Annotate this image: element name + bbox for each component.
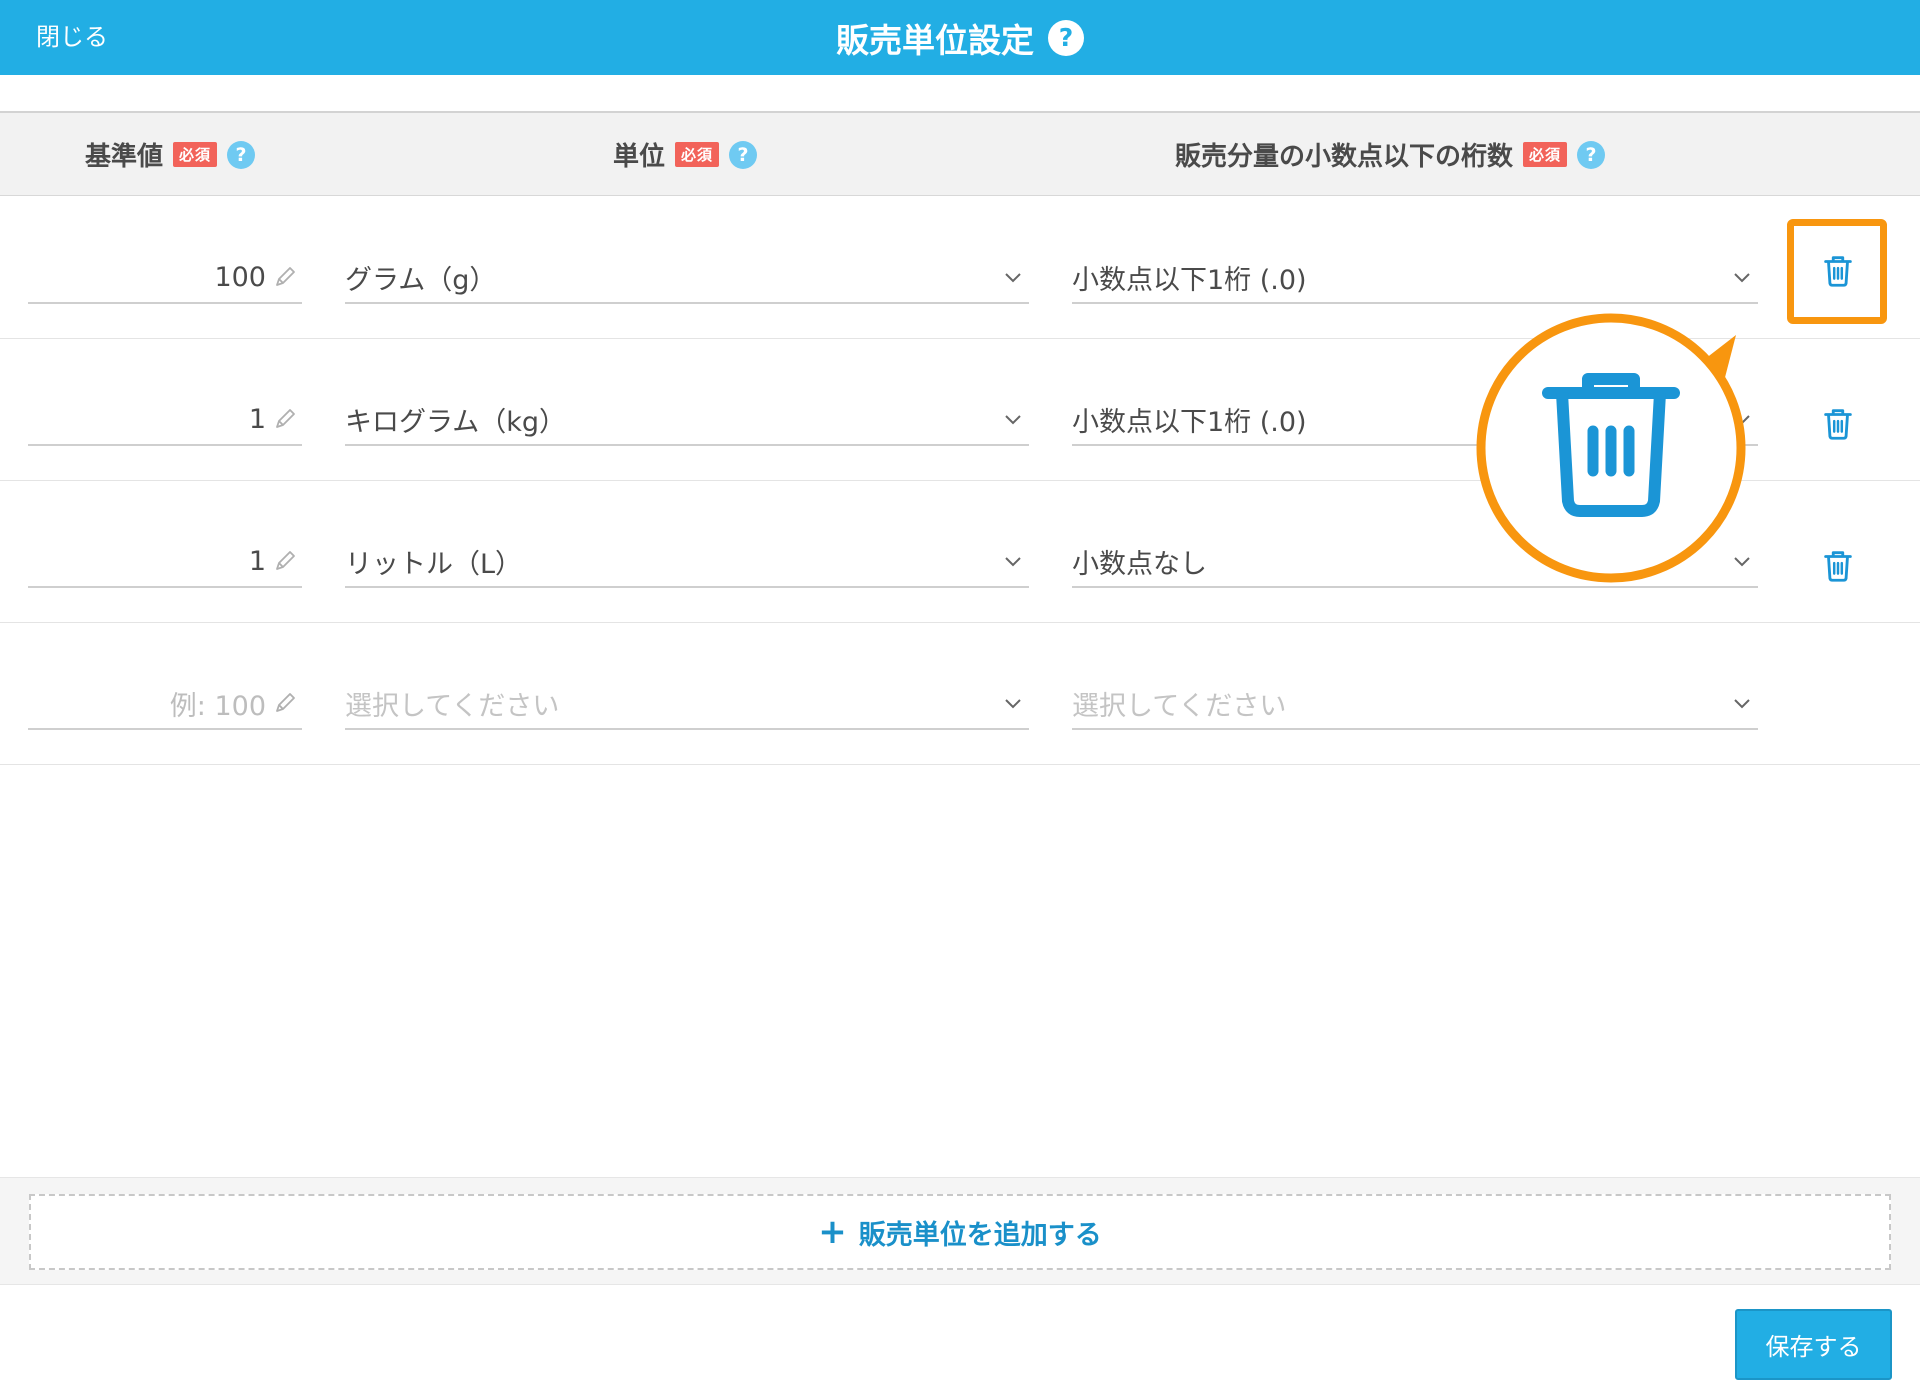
pencil-icon — [272, 264, 298, 290]
base-value-text: 100 — [214, 261, 266, 293]
base-value-input[interactable]: 1 — [28, 394, 302, 446]
table-header: 基準値 必須 ? 単位 必須 ? 販売分量の小数点以下の桁数 必須 ? — [0, 111, 1920, 196]
add-sales-unit-button[interactable]: + 販売単位を追加する — [29, 1194, 1891, 1270]
base-value-placeholder: 例: 100 — [169, 690, 266, 722]
save-button[interactable]: 保存する — [1735, 1309, 1892, 1380]
delete-row-button[interactable] — [1800, 388, 1876, 464]
base-value-input[interactable]: 例: 100 — [28, 678, 302, 730]
column-label: 販売分量の小数点以下の桁数 — [1174, 142, 1513, 172]
title-help-icon[interactable]: ? — [1048, 19, 1084, 56]
column-header-decimal-places: 販売分量の小数点以下の桁数 必須 ? — [1120, 113, 1660, 196]
decimal-places-value: 小数点以下1桁 (.0) — [1072, 264, 1307, 296]
decimal-places-placeholder: 選択してください — [1072, 690, 1287, 722]
unit-value: リットル（L） — [345, 548, 523, 580]
chevron-down-icon — [1730, 265, 1754, 289]
delete-row-button[interactable] — [1800, 235, 1876, 311]
unit-placeholder: 選択してください — [345, 690, 560, 722]
required-badge: 必須 — [675, 142, 720, 167]
header-bar: 閉じる 販売単位設定 ? — [0, 0, 1920, 75]
chevron-down-icon — [1730, 691, 1754, 715]
plus-icon: + — [818, 1212, 847, 1252]
trash-icon — [1819, 252, 1857, 294]
column-header-unit: 単位 必須 ? — [520, 113, 850, 196]
chevron-down-icon — [1001, 265, 1025, 289]
trash-icon — [1819, 405, 1857, 447]
base-value-input[interactable]: 1 — [28, 536, 302, 588]
unit-select[interactable]: グラム（g） — [345, 252, 1029, 304]
chevron-down-icon — [1001, 549, 1025, 573]
base-value-input[interactable]: 100 — [28, 252, 302, 304]
unit-select[interactable]: リットル（L） — [345, 536, 1029, 588]
pencil-icon — [272, 548, 298, 574]
unit-select[interactable]: 選択してください — [345, 678, 1029, 730]
chevron-down-icon — [1001, 407, 1025, 431]
base-value-text: 1 — [248, 403, 266, 435]
unit-select[interactable]: キログラム（kg） — [345, 394, 1029, 446]
column-header-base-value: 基準値 必須 ? — [40, 113, 300, 196]
add-button-label: 販売単位を追加する — [858, 1219, 1102, 1251]
decimal-places-select[interactable]: 選択してください — [1072, 678, 1758, 730]
help-icon[interactable]: ? — [1577, 140, 1606, 169]
help-icon[interactable]: ? — [729, 140, 758, 169]
required-badge: 必須 — [1523, 142, 1568, 167]
add-area: + 販売単位を追加する — [0, 1177, 1920, 1285]
trash-icon — [1819, 547, 1857, 589]
required-badge: 必須 — [173, 142, 218, 167]
unit-value: グラム（g） — [345, 264, 497, 296]
new-entry-row: 例: 100 選択してください 選択してください — [0, 623, 1920, 765]
decimal-places-value: 小数点以下1桁 (.0) — [1072, 406, 1307, 438]
chevron-down-icon — [1001, 691, 1025, 715]
pencil-icon — [272, 690, 298, 716]
title-group: 販売単位設定 ? — [0, 0, 1920, 75]
column-label: 基準値 — [84, 142, 163, 172]
unit-value: キログラム（kg） — [345, 406, 566, 438]
help-icon[interactable]: ? — [227, 140, 256, 169]
column-label: 単位 — [612, 142, 665, 172]
zoom-callout — [1476, 313, 1746, 583]
magnified-trash-icon — [1476, 313, 1746, 583]
decimal-places-value: 小数点なし — [1072, 548, 1207, 580]
decimal-places-select[interactable]: 小数点以下1桁 (.0) — [1072, 252, 1758, 304]
pencil-icon — [272, 406, 298, 432]
page-title: 販売単位設定 — [836, 20, 1034, 60]
base-value-text: 1 — [248, 545, 266, 577]
delete-row-button[interactable] — [1800, 530, 1876, 606]
